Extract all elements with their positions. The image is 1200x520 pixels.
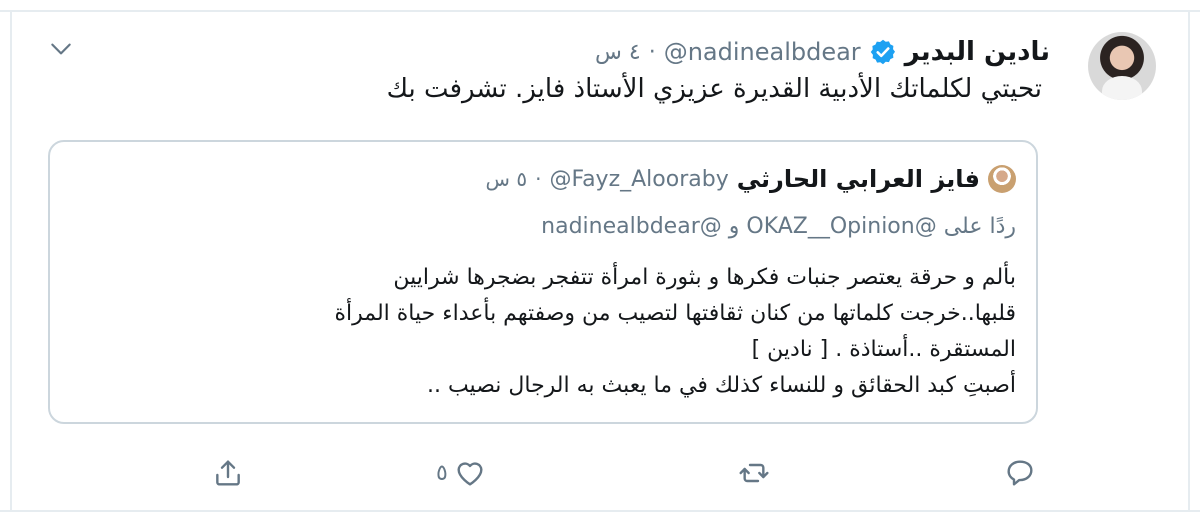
quoted-body-line: أصبتِ كبد الحقائق و للنساء كذلك في ما يع…: [426, 373, 1016, 398]
quoted-header: فايز العرابي الحارثي @Fayz_Alooraby · ٥ …: [486, 162, 1016, 196]
reply-icon: [1007, 460, 1033, 486]
quoted-body: بألم و حرقة يعتصر جنبات فكرها و بثورة ام…: [236, 260, 1016, 404]
timestamp[interactable]: ٤ س: [595, 40, 641, 65]
reply-mentions[interactable]: @OKAZ__Opinion و @nadinealbdear: [541, 214, 937, 239]
handle[interactable]: @nadinealbdear: [664, 38, 861, 66]
quoted-body-line: قلبها..خرجت كلماتها من كنان ثقافتها لتصي…: [334, 301, 1016, 326]
retweet-button[interactable]: [738, 450, 770, 496]
share-icon: [216, 460, 240, 486]
quoted-separator-dot: ·: [535, 167, 542, 191]
left-divider: [10, 10, 12, 512]
quoted-display-name: فايز العرابي الحارثي: [736, 165, 980, 193]
bottom-divider: [0, 510, 1200, 512]
heart-icon: [457, 462, 483, 486]
top-divider: [0, 10, 1200, 12]
avatar[interactable]: [1088, 32, 1156, 100]
retweet-icon: [739, 463, 769, 483]
reply-prefix: ردًا على: [943, 214, 1016, 239]
reply-button[interactable]: [1004, 450, 1036, 496]
quoted-handle: @Fayz_Alooraby: [549, 166, 729, 192]
tweet-text: تحيتي لكلماتك الأدبية القديرة عزيزي الأس…: [386, 74, 1042, 104]
right-divider: [1188, 10, 1190, 512]
quoted-tweet[interactable]: فايز العرابي الحارثي @Fayz_Alooraby · ٥ …: [48, 140, 1038, 424]
display-name[interactable]: نادين البدير: [905, 37, 1050, 67]
like-button[interactable]: ٥: [436, 450, 486, 496]
quoted-avatar: [988, 165, 1016, 193]
action-bar: ٥: [0, 450, 1200, 496]
share-button[interactable]: [212, 450, 244, 496]
chevron-down-icon[interactable]: [48, 36, 74, 62]
separator-dot: ·: [648, 39, 656, 65]
quoted-timestamp: ٥ س: [485, 167, 528, 191]
tweet-header: نادين البدير @nadinealbdear · ٤ س: [595, 34, 1050, 70]
reply-to-line: ردًا على @OKAZ__Opinion و @nadinealbdear: [541, 214, 1016, 239]
verified-badge-icon: [870, 39, 895, 65]
quoted-body-line: بألم و حرقة يعتصر جنبات فكرها و بثورة ام…: [393, 265, 1016, 290]
quoted-body-line: المستقرة ..أستاذة . [ نادين ]: [751, 337, 1016, 362]
like-count: ٥: [436, 460, 448, 486]
